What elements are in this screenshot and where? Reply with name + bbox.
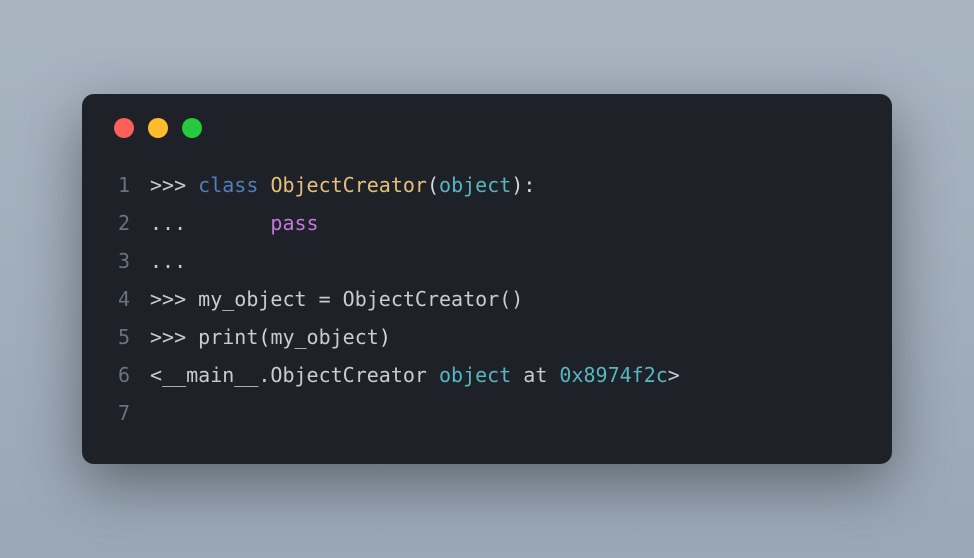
code-line: >>> my_object = ObjectCreator() <box>150 280 680 318</box>
maximize-icon[interactable] <box>182 118 202 138</box>
output-object: object <box>439 363 511 387</box>
code-line: <__main__.ObjectCreator object at 0x8974… <box>150 356 680 394</box>
code-text <box>258 173 270 197</box>
punct: ( <box>258 325 270 349</box>
line-number: 7 <box>114 394 130 432</box>
punct: ) <box>511 173 523 197</box>
punct: ) <box>379 325 391 349</box>
line-number: 2 <box>114 204 130 242</box>
code-line: ... <box>150 242 680 280</box>
builtin-object: object <box>439 173 511 197</box>
code-line: ... pass <box>150 204 680 242</box>
func-name: print <box>198 325 258 349</box>
output-text: at <box>511 363 559 387</box>
code-line: >>> print(my_object) <box>150 318 680 356</box>
class-name: ObjectCreator <box>270 173 427 197</box>
code-line: >>> class ObjectCreator(object): <box>150 166 680 204</box>
punct: ( <box>427 173 439 197</box>
line-number: 3 <box>114 242 130 280</box>
output-text: <__main__.ObjectCreator <box>150 363 439 387</box>
window-buttons <box>114 118 860 138</box>
code-window: 1 2 3 4 5 6 7 >>> class ObjectCreator(ob… <box>82 94 892 464</box>
repl-prompt: >>> <box>150 325 198 349</box>
line-number-gutter: 1 2 3 4 5 6 7 <box>114 166 130 432</box>
repl-prompt: >>> <box>150 173 198 197</box>
code-area: 1 2 3 4 5 6 7 >>> class ObjectCreator(ob… <box>114 166 860 432</box>
code-lines[interactable]: >>> class ObjectCreator(object): ... pas… <box>150 166 680 432</box>
close-icon[interactable] <box>114 118 134 138</box>
keyword-class: class <box>198 173 258 197</box>
line-number: 4 <box>114 280 130 318</box>
line-number: 6 <box>114 356 130 394</box>
repl-prompt: >>> <box>150 287 198 311</box>
line-number: 1 <box>114 166 130 204</box>
line-number: 5 <box>114 318 130 356</box>
repl-cont: ... <box>150 211 270 235</box>
code-text: my_object = ObjectCreator() <box>198 287 523 311</box>
code-text: my_object <box>270 325 378 349</box>
punct: : <box>523 173 535 197</box>
keyword-pass: pass <box>270 211 318 235</box>
minimize-icon[interactable] <box>148 118 168 138</box>
repl-cont: ... <box>150 249 198 273</box>
output-text: > <box>668 363 680 387</box>
output-number: 0x8974f2c <box>559 363 667 387</box>
